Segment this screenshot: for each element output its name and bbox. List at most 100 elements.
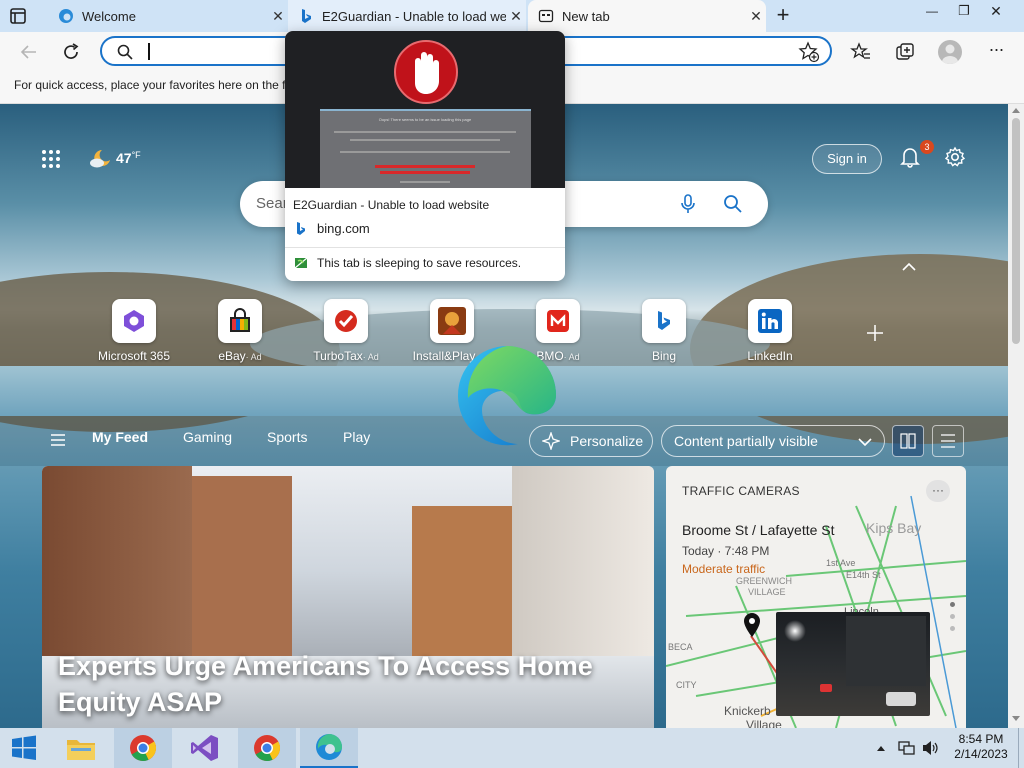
list-layout-icon	[941, 434, 955, 448]
map-pin-icon	[744, 613, 760, 637]
stop-hand-icon	[394, 40, 458, 104]
favorites-button[interactable]	[850, 41, 872, 63]
quick-link-microsoft-365[interactable]: Microsoft 365	[88, 299, 180, 363]
profile-button[interactable]	[938, 40, 962, 64]
clock[interactable]: 8:54 PM 2/14/2023	[946, 732, 1016, 762]
quick-link-ebay[interactable]: eBay· Ad	[194, 299, 286, 363]
quick-link-linkedin[interactable]: LinkedIn	[724, 299, 816, 363]
camera-car	[820, 684, 832, 692]
windows-logo-icon	[12, 735, 36, 760]
quick-link-bing[interactable]: Bing	[618, 299, 710, 363]
favorites-hint: For quick access, place your favorites h…	[14, 78, 286, 92]
camera-building	[846, 616, 926, 686]
bing-icon	[297, 221, 305, 235]
scroll-down-arrow[interactable]	[1012, 716, 1020, 721]
show-hidden-icons-icon[interactable]	[876, 744, 886, 752]
plus-icon	[867, 325, 883, 341]
nav-gaming[interactable]: Gaming	[183, 429, 232, 445]
hover-card-domain-row: bing.com	[295, 221, 370, 236]
chevron-down-icon	[858, 438, 872, 447]
network-icon[interactable]	[898, 740, 916, 756]
tab-new-tab[interactable]: New tab ✕	[528, 0, 766, 32]
tab-hover-card: Oops! There seems to be an issue loading…	[285, 31, 565, 281]
start-button[interactable]	[0, 728, 48, 768]
sign-in-button[interactable]: Sign in	[812, 144, 882, 174]
settings-more-button[interactable]: ···	[984, 39, 1008, 63]
traffic-cameras-card[interactable]: Kips Bay GREENWICH VILLAGE 1st Ave E14th…	[666, 466, 966, 728]
tab-strip: Welcome ✕ E2Guardian - Unable to load we…	[0, 0, 1024, 32]
list-layout-button[interactable]	[932, 425, 964, 457]
content-visibility-dropdown[interactable]: Content partially visible	[661, 425, 885, 457]
grid-layout-button[interactable]	[892, 425, 924, 457]
map-label: GREENWICH	[736, 576, 792, 586]
quick-link-label: Bing	[651, 349, 677, 363]
search-icon	[117, 44, 133, 60]
close-tab-icon[interactable]: ✕	[268, 8, 288, 25]
taskbar-chrome[interactable]	[114, 728, 172, 768]
traffic-status: Moderate traffic	[682, 562, 766, 576]
map-label: 1st Ave	[826, 558, 856, 568]
turbotax-check-icon	[335, 310, 357, 332]
close-window-button[interactable]: ✕	[980, 3, 1012, 20]
weather-widget[interactable]: 47 °F	[88, 144, 141, 172]
traffic-heading: TRAFFIC CAMERAS	[682, 484, 800, 498]
quick-link-label: LinkedIn	[747, 349, 793, 363]
visual-studio-icon	[191, 735, 218, 761]
chrome-icon	[254, 735, 281, 761]
bing-icon	[658, 311, 670, 330]
nav-play[interactable]: Play	[343, 429, 370, 445]
map-label: BECA	[668, 642, 693, 652]
collapse-chevron-icon[interactable]	[902, 262, 916, 272]
hero-headline[interactable]: Experts Urge Americans To Access Home Eq…	[58, 648, 618, 720]
close-tab-icon[interactable]: ✕	[746, 8, 766, 25]
content-visibility-label: Content partially visible	[674, 433, 818, 449]
taskbar-visual-studio[interactable]	[176, 728, 234, 768]
collections-icon	[896, 43, 914, 60]
restore-button[interactable]: ❐	[948, 3, 980, 19]
add-quick-link-button[interactable]	[864, 322, 886, 344]
microphone-icon[interactable]	[678, 193, 698, 215]
page-scrollbar[interactable]	[1008, 104, 1024, 728]
carousel-dots[interactable]	[950, 602, 958, 631]
refresh-button[interactable]	[60, 41, 82, 63]
taskbar-chrome-2[interactable]	[238, 728, 296, 768]
quick-link-turbotax[interactable]: TurboTax· Ad	[300, 299, 392, 363]
traffic-camera-thumbnail[interactable]	[776, 612, 930, 716]
tab-e2guardian[interactable]: E2Guardian - Unable to load website ✕	[288, 0, 526, 32]
taskbar-file-explorer[interactable]	[52, 728, 110, 768]
search-submit-icon[interactable]	[722, 193, 744, 215]
new-tab-button[interactable]: +	[772, 3, 794, 27]
preview-text-line	[334, 131, 516, 133]
edge-icon	[59, 9, 73, 23]
ad-label: · Ad	[362, 352, 379, 362]
add-favorite-icon[interactable]	[798, 41, 820, 63]
preview-heading: Oops! There seems to be an issue loading…	[378, 117, 472, 122]
notifications-button[interactable]: 3	[898, 140, 934, 170]
hero-story-card[interactable]: Experts Urge Americans To Access Home Eq…	[42, 466, 654, 728]
feed-menu-icon[interactable]	[50, 433, 66, 447]
page-settings-button[interactable]	[944, 146, 966, 168]
back-button[interactable]	[18, 41, 40, 63]
taskbar-edge[interactable]	[300, 728, 358, 768]
partly-cloudy-night-icon	[90, 150, 110, 168]
scroll-thumb[interactable]	[1012, 118, 1020, 344]
volume-icon[interactable]	[922, 740, 940, 756]
preview-text-line	[340, 151, 510, 153]
traffic-more-button[interactable]: ···	[926, 480, 950, 502]
nav-sports[interactable]: Sports	[267, 429, 307, 445]
show-desktop-button[interactable]	[1018, 728, 1024, 768]
minimize-button[interactable]: —	[916, 4, 948, 18]
map-label: Kips Bay	[866, 520, 922, 536]
preview-error-text	[375, 165, 475, 168]
traffic-location: Broome St / Lafayette St	[682, 522, 835, 538]
sleeping-tab-icon	[294, 257, 308, 269]
grid-layout-icon	[900, 433, 916, 449]
scroll-up-arrow[interactable]	[1012, 108, 1020, 113]
tab-actions-icon[interactable]	[8, 6, 28, 26]
tab-welcome[interactable]: Welcome ✕	[48, 0, 288, 32]
close-tab-icon[interactable]: ✕	[506, 8, 526, 25]
nav-my-feed[interactable]: My Feed	[92, 429, 148, 445]
apps-launcher-icon[interactable]	[40, 148, 62, 170]
tab-label: E2Guardian - Unable to load website	[322, 8, 506, 24]
collections-button[interactable]	[894, 41, 916, 63]
